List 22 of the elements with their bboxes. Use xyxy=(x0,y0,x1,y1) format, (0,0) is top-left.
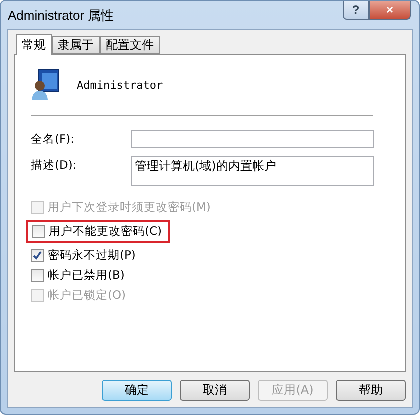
tab[interactable]: 常规 xyxy=(16,34,52,55)
checkbox-label: 帐户已禁用(B) xyxy=(48,268,125,283)
checkbox-label: 用户不能更改密码(C) xyxy=(49,224,162,239)
checkbox-label: 帐户已锁定(O) xyxy=(48,288,126,303)
checkbox[interactable] xyxy=(32,225,45,238)
user-computer-icon xyxy=(31,69,61,101)
user-name: Administrator xyxy=(77,78,164,92)
checkbox[interactable] xyxy=(31,269,44,282)
full-name-field[interactable] xyxy=(131,130,374,148)
tab[interactable]: 隶属于 xyxy=(52,36,100,54)
dialog-button[interactable]: 确定 xyxy=(102,380,172,401)
description-field[interactable]: 管理计算机(域)的内置帐户 xyxy=(131,156,374,186)
help-button[interactable]: ? xyxy=(343,1,369,20)
tab[interactable]: 配置文件 xyxy=(100,36,160,54)
checkbox[interactable] xyxy=(31,249,44,262)
checkbox-label: 用户下次登录时须更改密码(M) xyxy=(48,200,211,215)
dialog-button[interactable]: 帮助 xyxy=(336,380,406,401)
field-label: 全名(F): xyxy=(31,131,76,147)
field-label: 描述(D): xyxy=(31,157,78,173)
checkbox-label: 密码永不过期(P) xyxy=(48,248,136,263)
window-title: Administrator 属性 xyxy=(8,7,116,25)
dialog-button[interactable]: 取消 xyxy=(180,380,250,401)
